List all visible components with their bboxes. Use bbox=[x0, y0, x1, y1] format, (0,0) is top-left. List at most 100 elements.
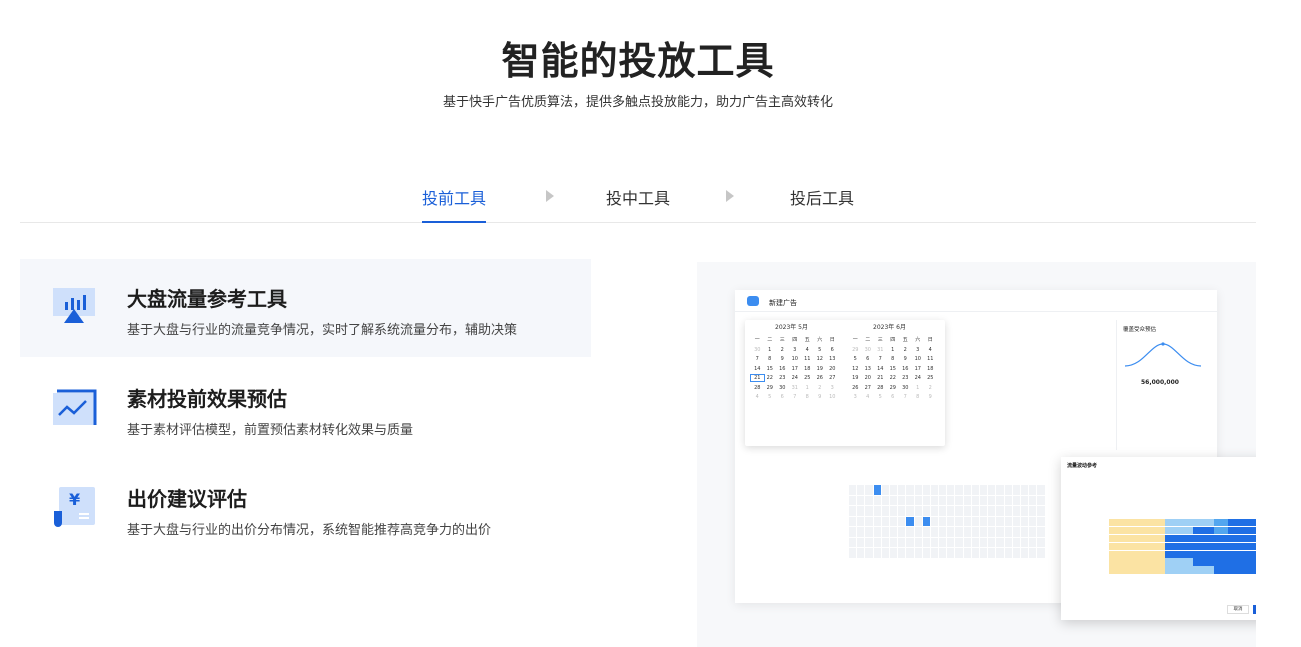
schedule-cell[interactable] bbox=[939, 548, 947, 558]
schedule-cell[interactable] bbox=[980, 495, 988, 505]
schedule-cell[interactable] bbox=[857, 516, 865, 526]
calendar-day[interactable]: 16 bbox=[899, 366, 912, 372]
schedule-cell[interactable] bbox=[939, 516, 947, 526]
schedule-cell[interactable] bbox=[1012, 495, 1020, 505]
schedule-cell[interactable] bbox=[865, 506, 873, 516]
calendar-day[interactable]: 2 bbox=[924, 385, 937, 391]
schedule-cell[interactable] bbox=[849, 527, 857, 537]
schedule-cell[interactable] bbox=[906, 506, 914, 516]
feature-bid-suggestion[interactable]: ¥ 出价建议评估 基于大盘与行业的出价分布情况，系统智能推荐高竞争力的出价 bbox=[20, 459, 591, 557]
schedule-cell[interactable] bbox=[849, 548, 857, 558]
schedule-cell[interactable] bbox=[922, 548, 930, 558]
calendar-day[interactable]: 10 bbox=[912, 356, 925, 362]
schedule-cell[interactable] bbox=[922, 495, 930, 505]
schedule-cell[interactable] bbox=[857, 527, 865, 537]
schedule-cell[interactable] bbox=[947, 516, 955, 526]
schedule-cell[interactable] bbox=[963, 485, 971, 495]
schedule-cell[interactable] bbox=[922, 516, 930, 526]
cancel-button[interactable]: 取消 bbox=[1227, 605, 1249, 614]
schedule-cell[interactable] bbox=[889, 537, 898, 547]
schedule-cell[interactable] bbox=[947, 527, 955, 537]
schedule-cell[interactable] bbox=[873, 516, 881, 526]
schedule-cell[interactable] bbox=[881, 485, 889, 495]
schedule-cell[interactable] bbox=[971, 495, 979, 505]
schedule-cell[interactable] bbox=[873, 506, 881, 516]
calendar-day[interactable]: 21 bbox=[750, 374, 765, 382]
calendar-day[interactable]: 26 bbox=[849, 385, 862, 391]
schedule-cell[interactable] bbox=[971, 485, 979, 495]
calendar-day[interactable]: 27 bbox=[862, 385, 875, 391]
calendar-day[interactable]: 29 bbox=[849, 347, 862, 353]
calendar-day[interactable]: 1 bbox=[887, 347, 900, 353]
calendar-day[interactable]: 5 bbox=[874, 394, 887, 400]
schedule-cell[interactable] bbox=[889, 506, 898, 516]
schedule-cell[interactable] bbox=[881, 527, 889, 537]
calendar-day[interactable]: 20 bbox=[826, 366, 839, 372]
calendar-day[interactable]: 30 bbox=[899, 385, 912, 391]
calendar-day[interactable]: 13 bbox=[862, 366, 875, 372]
schedule-cell[interactable] bbox=[914, 527, 922, 537]
schedule-cell[interactable] bbox=[947, 485, 955, 495]
schedule-cell[interactable] bbox=[849, 516, 857, 526]
schedule-cell[interactable] bbox=[857, 506, 865, 516]
calendar-day[interactable]: 5 bbox=[849, 356, 862, 362]
schedule-cell[interactable] bbox=[1012, 548, 1020, 558]
calendar-day[interactable]: 24 bbox=[912, 375, 925, 381]
schedule-cell[interactable] bbox=[939, 495, 947, 505]
schedule-cell[interactable] bbox=[865, 527, 873, 537]
calendar-day[interactable]: 6 bbox=[887, 394, 900, 400]
calendar-day[interactable]: 27 bbox=[826, 375, 839, 381]
schedule-cell[interactable] bbox=[889, 548, 898, 558]
schedule-time-grid[interactable] bbox=[849, 485, 1045, 558]
schedule-cell[interactable] bbox=[898, 516, 906, 526]
schedule-cell[interactable] bbox=[1004, 485, 1012, 495]
calendar-day[interactable]: 17 bbox=[912, 366, 925, 372]
schedule-cell[interactable] bbox=[955, 527, 963, 537]
tab-post-launch[interactable]: 投后工具 bbox=[790, 185, 854, 223]
feature-creative-estimate[interactable]: 素材投前效果预估 基于素材评估模型，前置预估素材转化效果与质量 bbox=[20, 359, 591, 457]
schedule-cell[interactable] bbox=[881, 495, 889, 505]
calendar-day[interactable]: 12 bbox=[849, 366, 862, 372]
schedule-cell[interactable] bbox=[1004, 516, 1012, 526]
schedule-cell[interactable] bbox=[971, 537, 979, 547]
calendar-day[interactable]: 4 bbox=[801, 347, 814, 353]
schedule-cell[interactable] bbox=[873, 548, 881, 558]
calendar-day[interactable]: 5 bbox=[814, 347, 827, 353]
calendar-day[interactable]: 1 bbox=[764, 347, 777, 353]
schedule-cell[interactable] bbox=[857, 548, 865, 558]
schedule-cell[interactable] bbox=[849, 506, 857, 516]
schedule-cell[interactable] bbox=[988, 516, 996, 526]
calendar-day[interactable]: 4 bbox=[924, 347, 937, 353]
schedule-cell[interactable] bbox=[996, 537, 1004, 547]
calendar-day[interactable]: 6 bbox=[826, 347, 839, 353]
calendar-day[interactable]: 8 bbox=[801, 394, 814, 400]
schedule-cell[interactable] bbox=[1029, 527, 1037, 537]
calendar-day[interactable]: 15 bbox=[764, 366, 777, 372]
calendar-day[interactable]: 1 bbox=[912, 385, 925, 391]
schedule-cell[interactable] bbox=[898, 548, 906, 558]
schedule-cell[interactable] bbox=[865, 548, 873, 558]
schedule-cell[interactable] bbox=[906, 516, 914, 526]
schedule-cell[interactable] bbox=[955, 537, 963, 547]
schedule-cell[interactable] bbox=[939, 537, 947, 547]
schedule-cell[interactable] bbox=[857, 495, 865, 505]
schedule-cell[interactable] bbox=[906, 537, 914, 547]
calendar-day[interactable]: 7 bbox=[789, 394, 802, 400]
schedule-cell[interactable] bbox=[939, 527, 947, 537]
schedule-cell[interactable] bbox=[996, 527, 1004, 537]
schedule-cell[interactable] bbox=[922, 527, 930, 537]
schedule-cell[interactable] bbox=[996, 548, 1004, 558]
schedule-cell[interactable] bbox=[1037, 485, 1045, 495]
schedule-cell[interactable] bbox=[1029, 495, 1037, 505]
schedule-cell[interactable] bbox=[1029, 548, 1037, 558]
schedule-cell[interactable] bbox=[1020, 485, 1029, 495]
schedule-cell[interactable] bbox=[980, 527, 988, 537]
schedule-cell[interactable] bbox=[939, 506, 947, 516]
schedule-cell[interactable] bbox=[930, 516, 939, 526]
schedule-cell[interactable] bbox=[881, 537, 889, 547]
calendar-day[interactable]: 22 bbox=[764, 375, 777, 381]
schedule-cell[interactable] bbox=[1037, 495, 1045, 505]
schedule-cell[interactable] bbox=[1012, 537, 1020, 547]
schedule-cell[interactable] bbox=[922, 506, 930, 516]
schedule-cell[interactable] bbox=[1037, 516, 1045, 526]
